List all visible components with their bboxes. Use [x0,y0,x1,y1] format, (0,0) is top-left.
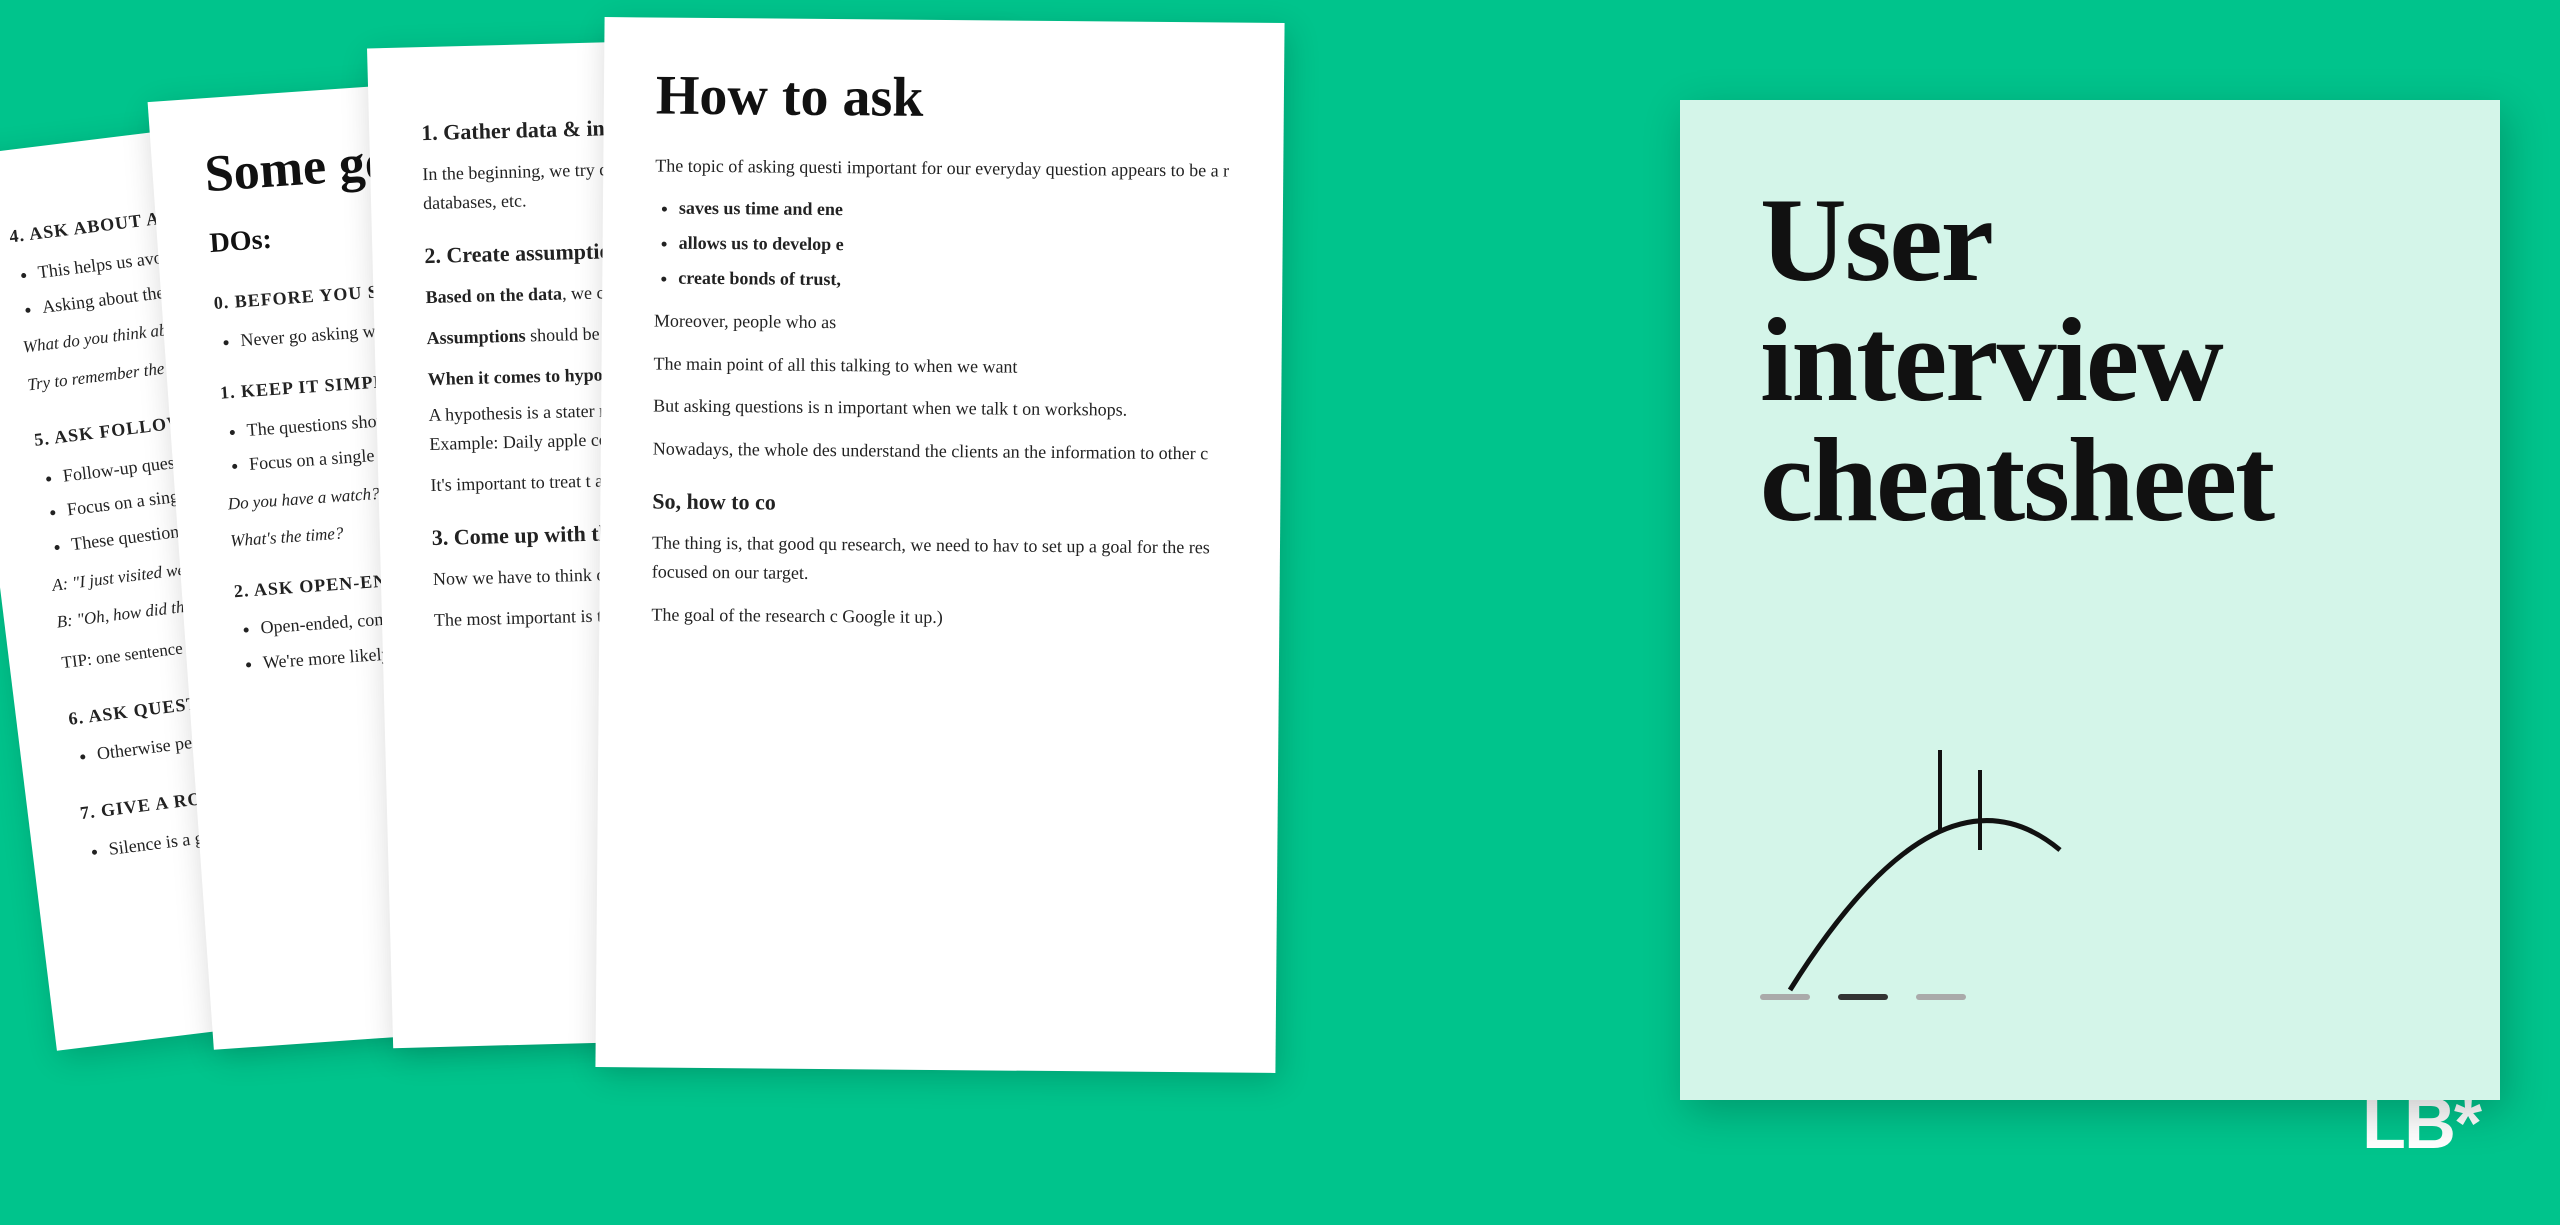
doc4-nowadays: Nowadays, the whole des understand the c… [653,435,1229,469]
doc4-bullet3: create bonds of trust, [678,264,1230,298]
doc4-main-point: The main point of all this talking to wh… [653,349,1229,383]
doc4-goal: The goal of the research c Google it up.… [651,600,1227,634]
pagination-dot-2 [1838,994,1888,1000]
doc4-body3: But asking questions is n important when… [653,392,1229,426]
cover-title: User interview cheatsheet [1760,180,2420,540]
main-scene: 4. ASK ABOUT A SPECIF This helps us avoi… [0,0,2560,1225]
document-4: How to ask The topic of asking questi im… [595,17,1284,1073]
doc4-so-how: So, how to co [652,483,1228,523]
doc4-body1: The topic of asking questi important for… [655,151,1231,185]
pagination-dot-3 [1916,994,1966,1000]
doc4-title: How to ask [656,66,1233,133]
pagination-dot-1 [1760,994,1810,1000]
doc4-bullet2: allows us to develop e [678,229,1230,263]
doc4-body2: Moreover, people who as [654,306,1230,340]
pagination-dots [1760,994,1966,1000]
doc4-thing: The thing is, that good qu research, we … [652,529,1228,592]
main-cover-document: User interview cheatsheet [1680,100,2500,1100]
decorative-arc [1740,670,2090,1020]
doc4-bullet1: saves us time and ene [679,194,1231,228]
